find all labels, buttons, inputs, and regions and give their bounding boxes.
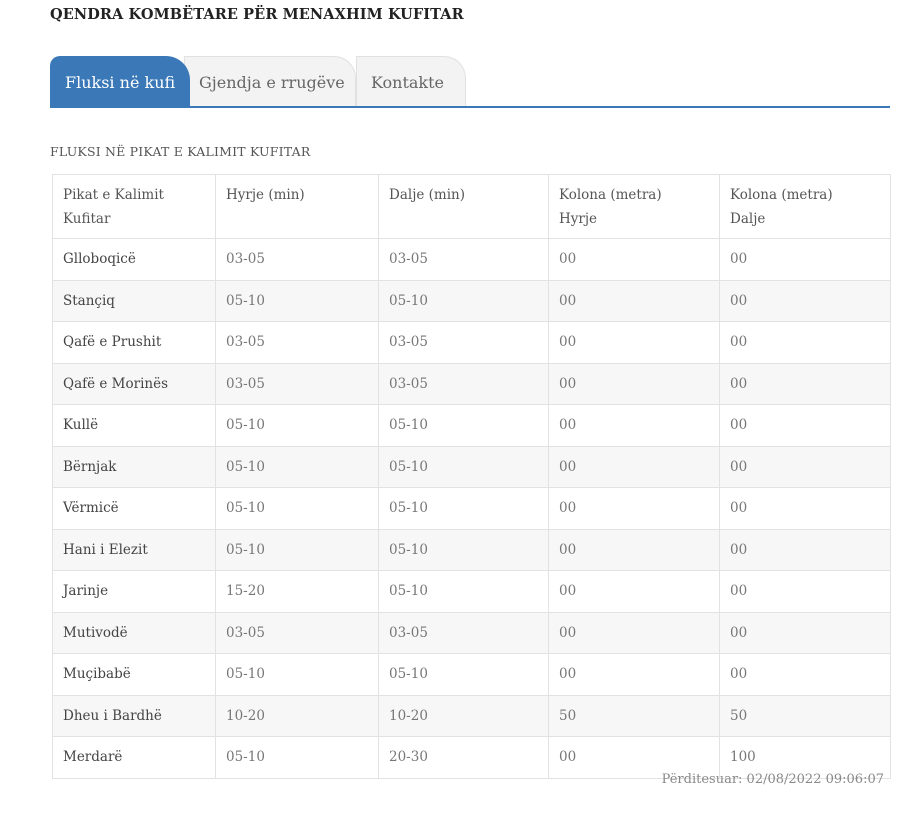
queue-exit-cell: 00 (719, 404, 891, 447)
queue-exit-cell: 00 (719, 528, 891, 571)
table-row: Qafë e Prushit 03-05 03-05 00 00 (52, 321, 891, 364)
exit-time-cell: 05-10 (378, 445, 549, 488)
tab-gjendja-e-rrugeve[interactable]: Gjendja e rrugëve (184, 56, 356, 106)
queue-entry-cell: 00 (548, 487, 720, 530)
table-row: Dheu i Bardhë 10-20 10-20 50 50 (52, 694, 891, 737)
exit-time-cell: 05-10 (378, 404, 549, 447)
queue-entry-cell: 00 (548, 611, 720, 654)
table-row: Glloboqicë 03-05 03-05 00 00 (52, 238, 891, 281)
queue-exit-cell: 00 (719, 445, 891, 488)
crossing-point-cell: Bërnjak (52, 445, 216, 488)
queue-exit-cell: 00 (719, 362, 891, 405)
queue-entry-cell: 00 (548, 321, 720, 364)
entry-time-cell: 05-10 (215, 404, 379, 447)
exit-time-cell: 03-05 (378, 611, 549, 654)
table-row: Mutivodë 03-05 03-05 00 00 (52, 611, 891, 654)
exit-time-cell: 10-20 (378, 694, 549, 737)
crossing-point-cell: Qafë e Prushit (52, 321, 216, 364)
entry-time-cell: 03-05 (215, 238, 379, 281)
crossing-point-cell: Glloboqicë (52, 238, 216, 281)
crossing-point-cell: Hani i Elezit (52, 528, 216, 571)
queue-exit-cell: 00 (719, 611, 891, 654)
table-row: Qafë e Morinës 03-05 03-05 00 00 (52, 362, 891, 405)
entry-time-cell: 05-10 (215, 279, 379, 322)
exit-time-cell: 03-05 (378, 238, 549, 281)
queue-exit-cell: 00 (719, 321, 891, 364)
table-row: Muçibabë 05-10 05-10 00 00 (52, 653, 891, 696)
queue-exit-cell: 00 (719, 653, 891, 696)
exit-time-cell: 05-10 (378, 653, 549, 696)
crossing-point-cell: Kullë (52, 404, 216, 447)
crossing-point-cell: Dheu i Bardhë (52, 694, 216, 737)
table-row: Jarinje 15-20 05-10 00 00 (52, 570, 891, 613)
exit-time-cell: 05-10 (378, 570, 549, 613)
queue-entry-cell: 00 (548, 653, 720, 696)
table-header-row: Pikat e Kalimit Kufitar Hyrje (min) Dalje… (52, 174, 891, 239)
header-queue-exit: Kolona (metra) Dalje (719, 174, 891, 239)
entry-time-cell: 05-10 (215, 736, 379, 779)
tab-bar: Kontakte Gjendja e rrugëve Fluksi në kuf… (50, 56, 890, 108)
table-row: Vërmicë 05-10 05-10 00 00 (52, 487, 891, 530)
header-crossing-point: Pikat e Kalimit Kufitar (52, 174, 216, 239)
queue-exit-cell: 00 (719, 279, 891, 322)
queue-exit-cell: 00 (719, 570, 891, 613)
queue-exit-cell: 50 (719, 694, 891, 737)
entry-time-cell: 05-10 (215, 528, 379, 571)
table-row: Hani i Elezit 05-10 05-10 00 00 (52, 528, 891, 571)
queue-entry-cell: 00 (548, 528, 720, 571)
crossing-point-cell: Merdarë (52, 736, 216, 779)
page-title: QENDRA KOMBËTARE PËR MENAXHIM KUFITAR (50, 6, 464, 23)
exit-time-cell: 05-10 (378, 487, 549, 530)
queue-entry-cell: 00 (548, 362, 720, 405)
queue-entry-cell: 00 (548, 238, 720, 281)
crossing-point-cell: Vërmicë (52, 487, 216, 530)
crossing-point-cell: Muçibabë (52, 653, 216, 696)
table-row: Kullë 05-10 05-10 00 00 (52, 404, 891, 447)
header-entry-min: Hyrje (min) (215, 174, 379, 239)
queue-entry-cell: 00 (548, 279, 720, 322)
exit-time-cell: 03-05 (378, 321, 549, 364)
header-queue-entry: Kolona (metra) Hyrje (548, 174, 720, 239)
queue-entry-cell: 00 (548, 445, 720, 488)
section-title: FLUKSI NË PIKAT E KALIMIT KUFITAR (50, 144, 311, 159)
entry-time-cell: 05-10 (215, 653, 379, 696)
tab-kontakte[interactable]: Kontakte (356, 56, 466, 106)
last-updated: Përditesuar: 02/08/2022 09:06:07 (661, 772, 884, 787)
crossing-point-cell: Jarinje (52, 570, 216, 613)
queue-entry-cell: 50 (548, 694, 720, 737)
queue-exit-cell: 00 (719, 238, 891, 281)
exit-time-cell: 20-30 (378, 736, 549, 779)
entry-time-cell: 05-10 (215, 487, 379, 530)
queue-exit-cell: 00 (719, 487, 891, 530)
table-row: Bërnjak 05-10 05-10 00 00 (52, 445, 891, 488)
crossing-point-cell: Stançiq (52, 279, 216, 322)
header-exit-min: Dalje (min) (378, 174, 549, 239)
tab-fluksi-ne-kufi[interactable]: Fluksi në kufi (50, 56, 190, 106)
table-body: Glloboqicë 03-05 03-05 00 00 Stançiq 05-10 05-1… (52, 238, 891, 779)
queue-entry-cell: 00 (548, 404, 720, 447)
entry-time-cell: 03-05 (215, 362, 379, 405)
exit-time-cell: 03-05 (378, 362, 549, 405)
exit-time-cell: 05-10 (378, 528, 549, 571)
border-flux-table: Pikat e Kalimit Kufitar Hyrje (min) Dalje… (52, 174, 891, 779)
crossing-point-cell: Mutivodë (52, 611, 216, 654)
entry-time-cell: 03-05 (215, 321, 379, 364)
entry-time-cell: 10-20 (215, 694, 379, 737)
entry-time-cell: 03-05 (215, 611, 379, 654)
entry-time-cell: 15-20 (215, 570, 379, 613)
queue-entry-cell: 00 (548, 570, 720, 613)
exit-time-cell: 05-10 (378, 279, 549, 322)
entry-time-cell: 05-10 (215, 445, 379, 488)
crossing-point-cell: Qafë e Morinës (52, 362, 216, 405)
table-row: Stançiq 05-10 05-10 00 00 (52, 279, 891, 322)
